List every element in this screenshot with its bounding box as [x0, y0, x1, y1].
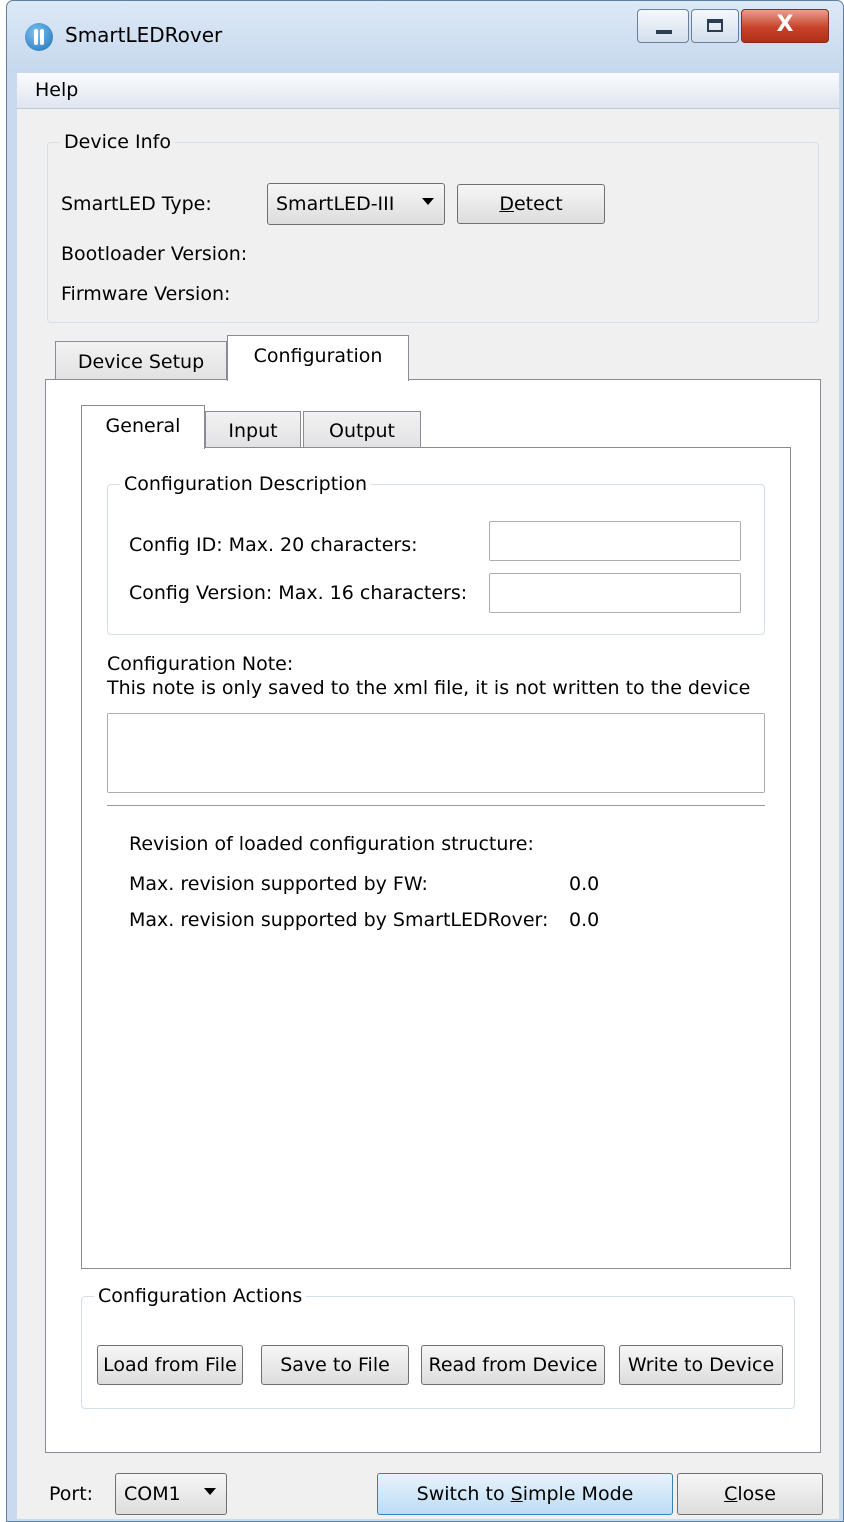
read-from-device-button[interactable]: Read from Device — [421, 1345, 605, 1385]
detect-accelerator: D — [499, 193, 514, 215]
client-area: Help Device Info SmartLED Type: SmartLED… — [17, 73, 839, 1519]
save-to-file-button[interactable]: Save to File — [261, 1345, 409, 1385]
smartled-type-select[interactable]: SmartLED-III — [267, 183, 445, 225]
rover-revision-value: 0.0 — [569, 909, 600, 931]
port-select[interactable]: COM1 — [115, 1473, 227, 1515]
config-id-input[interactable] — [489, 521, 741, 561]
bootloader-version-label: Bootloader Version: — [61, 243, 248, 265]
maximize-button[interactable] — [691, 9, 739, 43]
chevron-down-icon — [422, 198, 434, 205]
tab-input[interactable]: Input — [205, 411, 301, 449]
firmware-version-label: Firmware Version: — [61, 283, 231, 305]
minimize-icon — [656, 30, 672, 34]
fw-revision-value: 0.0 — [569, 873, 600, 895]
fw-revision-label: Max. revision supported by FW: — [129, 873, 428, 895]
rover-revision-label: Max. revision supported by SmartLEDRover… — [129, 909, 549, 931]
smartled-type-value: SmartLED-III — [276, 193, 395, 215]
write-to-device-button[interactable]: Write to Device — [619, 1345, 783, 1385]
minimize-button[interactable] — [637, 9, 689, 43]
port-value: COM1 — [124, 1483, 181, 1505]
switch-simple-mode-button[interactable]: Switch to Simple Mode — [377, 1473, 673, 1515]
config-version-input[interactable] — [489, 573, 741, 613]
window-title: SmartLEDRover — [65, 23, 223, 47]
detect-button[interactable]: Detect — [457, 184, 605, 224]
title-bar[interactable]: SmartLEDRover X — [7, 1, 843, 73]
load-from-file-button[interactable]: Load from File — [97, 1345, 243, 1385]
port-label: Port: — [49, 1483, 94, 1505]
separator-line — [107, 805, 765, 806]
tab-general[interactable]: General — [81, 405, 205, 449]
maximize-icon — [707, 19, 723, 32]
menu-help[interactable]: Help — [35, 79, 78, 101]
smartled-type-label: SmartLED Type: — [61, 193, 212, 215]
device-info-legend: Device Info — [64, 131, 171, 153]
menu-bar: Help — [17, 73, 839, 109]
app-logo-icon — [25, 23, 53, 51]
tab-output[interactable]: Output — [303, 411, 421, 449]
close-window-button[interactable]: X — [741, 9, 829, 43]
chevron-down-icon — [204, 1488, 216, 1495]
tab-configuration[interactable]: Configuration — [227, 335, 409, 381]
close-icon: X — [776, 12, 794, 37]
config-note-title: Configuration Note: — [107, 653, 294, 675]
tab-device-setup[interactable]: Device Setup — [55, 341, 227, 381]
loaded-revision-label: Revision of loaded configuration structu… — [129, 833, 534, 855]
close-button[interactable]: Close — [677, 1473, 823, 1515]
switch-accelerator: S — [510, 1483, 523, 1505]
app-window: SmartLEDRover X Help Device Info SmartLE… — [6, 0, 844, 1522]
config-id-label: Config ID: Max. 20 characters: — [129, 534, 418, 556]
config-version-label: Config Version: Max. 16 characters: — [129, 582, 468, 604]
close-accelerator: C — [724, 1483, 738, 1505]
config-description-legend: Configuration Description — [124, 473, 368, 495]
config-note-hint: This note is only saved to the xml file,… — [107, 677, 751, 699]
config-note-textarea[interactable] — [107, 713, 765, 793]
config-actions-legend: Configuration Actions — [98, 1285, 303, 1307]
